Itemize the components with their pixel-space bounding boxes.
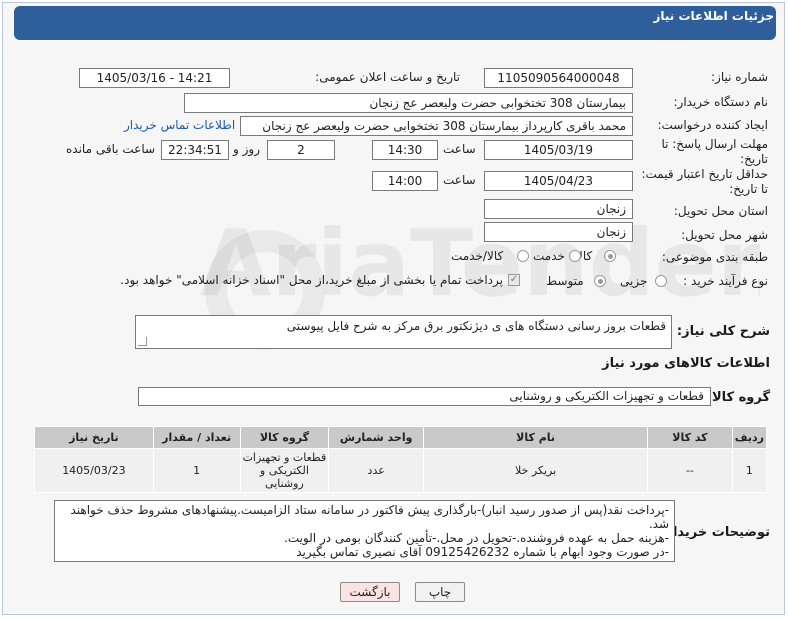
buyer-note-line: -هزینه حمل به عهده فروشنده.-تحویل در محل…: [284, 531, 669, 545]
description-label: شرح کلی نیاز:: [676, 324, 770, 339]
description-textarea: قطعات بروز رسانی دستگاه های ی دیژنکتور ب…: [135, 315, 672, 349]
goods-group-label: گروه کالا:: [706, 390, 770, 405]
buyer-note-line: -در صورت وجود ابهام با شماره 09125426232…: [296, 545, 669, 559]
reply-time-field: 14:30: [372, 140, 438, 160]
announce-label: تاریخ و ساعت اعلان عمومی:: [315, 70, 460, 84]
validity-time-field: 14:00: [372, 171, 438, 191]
goods-group-field: قطعات و تجهیزات الکتریکی و روشنایی: [138, 387, 711, 406]
category-service-label: خدمت: [533, 249, 565, 263]
buyer-org-label: نام دستگاه خریدار:: [673, 95, 769, 109]
category-both-label: کالا/خدمت: [451, 249, 504, 263]
process-minor-label: جزیی: [620, 274, 648, 288]
col-header-goods-name: نام کالا: [423, 426, 649, 449]
announce-field: 1405/03/16 - 14:21: [79, 68, 230, 88]
validity-date-field: 1405/04/23: [484, 171, 633, 191]
goods-table-wrap: ردیف کد کالا نام کالا واحد شمارش گروه کا…: [34, 426, 768, 493]
remaining-label: ساعت باقی مانده: [66, 142, 156, 156]
table-row: 1 -- بریکر خلا عدد قطعات و تجهیزات الکتر…: [34, 448, 768, 493]
validity-time-label: ساعت: [443, 173, 476, 187]
cell-quantity: 1: [152, 448, 241, 493]
buyer-org-field: بیمارستان 308 تختخوابی حضرت ولیعصر عج زن…: [184, 93, 633, 113]
reply-deadline-label: مهلت ارسال پاسخ: تا تاریخ:: [661, 137, 768, 166]
process-radio-minor[interactable]: [655, 275, 667, 287]
city-field: زنجان: [484, 222, 633, 242]
goods-info-title: اطلاعات کالاهای مورد نیاز: [602, 356, 770, 371]
buyer-notes-label: توضیحات خریدار:: [660, 525, 770, 540]
creator-field: محمد باقری کارپرداز بیمارستان 308 تختخوا…: [240, 116, 633, 136]
cell-goods-name: بریکر خلا: [423, 448, 649, 493]
buyer-contact-link[interactable]: اطلاعات تماس خریدار: [124, 118, 235, 132]
resize-handle[interactable]: [138, 337, 147, 346]
col-header-row-number: ردیف: [731, 426, 768, 449]
col-header-unit: واحد شمارش: [328, 426, 425, 449]
creator-label: ایجاد کننده درخواست:: [657, 118, 768, 132]
col-header-goods-code: کد کالا: [647, 426, 733, 449]
province-field: زنجان: [484, 199, 633, 219]
treasury-checkbox[interactable]: ✓: [508, 274, 520, 286]
days-label: روز و: [233, 142, 260, 156]
cell-goods-group: قطعات و تجهیزات الکتریکی و روشنایی: [239, 448, 330, 493]
province-label: استان محل تحویل:: [673, 204, 768, 218]
remaining-time-field: 22:34:51: [161, 140, 229, 160]
buyer-notes-textarea: -پرداخت نقد(پس از صدور رسید انبار)-بارگذ…: [54, 500, 675, 562]
payment-note: پرداخت تمام یا بخشی از مبلغ خرید،از محل …: [120, 273, 503, 287]
back-button[interactable]: بازگشت: [340, 582, 400, 602]
process-radio-medium[interactable]: [594, 275, 606, 287]
process-medium-label: متوسط: [546, 274, 584, 288]
category-radio-both[interactable]: [517, 250, 529, 262]
city-label: شهر محل تحویل:: [681, 228, 768, 242]
reply-date-field: 1405/03/19: [484, 140, 633, 160]
min-validity-label: حداقل تاریخ اعتبار قیمت: تا تاریخ:: [641, 167, 768, 196]
reply-time-label: ساعت: [443, 142, 476, 156]
buyer-note-line: -پرداخت نقد(پس از صدور رسید انبار)-بارگذ…: [70, 503, 669, 531]
category-radio-goods[interactable]: [604, 250, 616, 262]
need-number-label: شماره نیاز:: [711, 70, 768, 84]
col-header-need-date: تاریخ نیاز: [34, 426, 154, 449]
category-label: طبقه بندی موضوعی:: [661, 250, 768, 264]
days-field: 2: [267, 140, 335, 160]
col-header-goods-group: گروه کالا: [239, 426, 330, 449]
col-header-quantity: تعداد / مقدار: [152, 426, 241, 449]
cell-row-number: 1: [731, 448, 768, 493]
cell-need-date: 1405/03/23: [34, 448, 154, 493]
category-radio-service[interactable]: [569, 250, 581, 262]
table-header-row: ردیف کد کالا نام کالا واحد شمارش گروه کا…: [34, 426, 768, 449]
page-title: جزئیات اطلاعات نیاز: [653, 9, 774, 23]
process-label: نوع فرآیند خرید :: [683, 274, 768, 288]
print-button[interactable]: چاپ: [415, 582, 465, 602]
cell-unit: عدد: [328, 448, 425, 493]
cell-goods-code: --: [647, 448, 733, 493]
need-number-field: 1105090564000048: [484, 68, 633, 88]
goods-table: ردیف کد کالا نام کالا واحد شمارش گروه کا…: [34, 426, 768, 493]
